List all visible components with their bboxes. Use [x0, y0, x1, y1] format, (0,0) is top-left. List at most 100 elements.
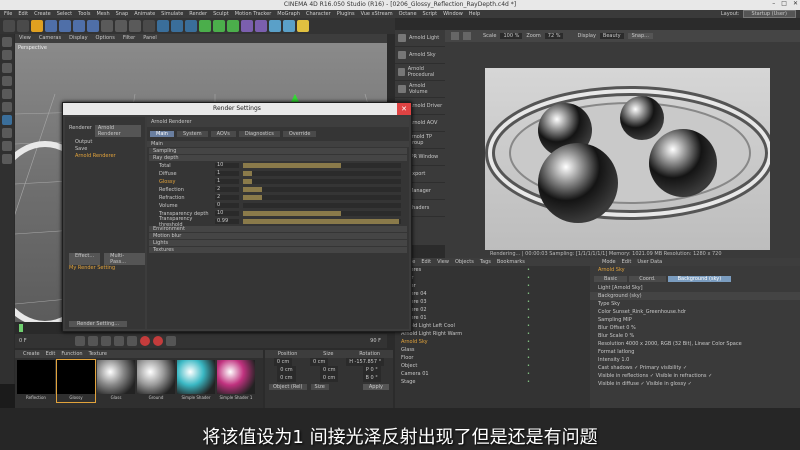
scene-icon[interactable] — [269, 20, 281, 32]
object-row[interactable]: Stage • — [395, 378, 590, 386]
workplane-icon[interactable] — [2, 128, 12, 138]
live-select-icon[interactable] — [87, 20, 99, 32]
param-slider[interactable] — [243, 163, 401, 168]
undo-icon[interactable] — [3, 20, 15, 32]
visibility-icon[interactable]: • — [527, 322, 530, 330]
param-slider[interactable] — [243, 219, 401, 224]
camera-icon[interactable] — [283, 20, 295, 32]
attribute-row[interactable]: Visible in reflections ✓ Visible in refr… — [590, 372, 800, 380]
render-picture-icon[interactable] — [171, 20, 183, 32]
my-render-setting[interactable]: My Render Setting — [69, 265, 115, 271]
redo-icon[interactable] — [17, 20, 29, 32]
param-slider[interactable] — [243, 171, 401, 176]
rotate-icon[interactable] — [73, 20, 85, 32]
polygons-mode-icon[interactable] — [2, 102, 12, 112]
coord-mode-dropdown[interactable]: Object (Rel) — [269, 384, 307, 390]
scale-field[interactable]: 100 % — [500, 33, 523, 39]
ipr-play-icon[interactable] — [451, 32, 459, 40]
material-menu-item[interactable]: Function — [61, 350, 82, 358]
object-row[interactable]: Floor• — [395, 274, 590, 282]
snap-button[interactable]: Snap... — [627, 33, 653, 39]
menu-item-render[interactable]: Render — [189, 10, 207, 18]
plugin-item[interactable]: Arnold Sky — [395, 47, 445, 64]
object-row[interactable]: Floor• — [395, 354, 590, 362]
object-row[interactable]: Arnold Sky • — [395, 338, 590, 346]
play-icon[interactable] — [101, 336, 111, 346]
keyframe-icon[interactable] — [166, 336, 176, 346]
scale-icon[interactable] — [59, 20, 71, 32]
object-menu-objects[interactable]: Objects — [455, 258, 474, 266]
section-header[interactable]: Sampling — [149, 148, 407, 154]
current-frame[interactable]: 0 F — [19, 338, 27, 344]
menu-item-snap[interactable]: Snap — [116, 10, 129, 18]
move-icon[interactable] — [45, 20, 57, 32]
coord-field[interactable]: 0 cm — [273, 358, 293, 366]
visibility-icon[interactable]: • — [527, 298, 530, 306]
attribute-row[interactable]: Blur Offset 0 % — [590, 324, 800, 332]
material-swatch[interactable]: Glossy — [56, 359, 96, 403]
plugin-item[interactable]: Arnold Procedural — [395, 64, 445, 81]
object-menu-bookmarks[interactable]: Bookmarks — [497, 258, 525, 266]
deformer-icon[interactable] — [255, 20, 267, 32]
edges-mode-icon[interactable] — [2, 89, 12, 99]
render-settings-item[interactable]: Arnold Renderer — [65, 153, 145, 160]
close-icon[interactable]: ✕ — [793, 0, 798, 10]
menu-item-character[interactable]: Character — [306, 10, 331, 18]
coord-field[interactable]: 0 cm — [277, 366, 296, 374]
coord-field[interactable]: 0 cm — [319, 374, 339, 382]
effect-button[interactable]: Effect... — [69, 253, 101, 265]
section-header[interactable]: Ray depth — [149, 155, 407, 161]
param-slider[interactable] — [243, 187, 401, 192]
menu-item-mograph[interactable]: MoGraph — [277, 10, 300, 18]
visibility-icon[interactable]: • — [527, 354, 530, 362]
dialog-close-icon[interactable]: ✕ — [397, 103, 411, 115]
material-swatch[interactable]: Simple Shader — [177, 360, 215, 402]
visibility-icon[interactable]: • — [527, 266, 530, 274]
attribute-row[interactable]: Cast shadows ✓ Primary visibility ✓ — [590, 364, 800, 372]
param-slider[interactable] — [243, 195, 401, 200]
z-axis-icon[interactable] — [129, 20, 141, 32]
visibility-icon[interactable]: • — [527, 306, 530, 314]
first-frame-icon[interactable] — [75, 336, 85, 346]
object-row[interactable]: Spheres• — [395, 266, 590, 274]
maximize-icon[interactable]: □ — [781, 0, 787, 10]
render-view-icon[interactable] — [157, 20, 169, 32]
param-slider[interactable] — [243, 203, 401, 208]
attribute-menu-item[interactable]: User Data — [637, 258, 662, 266]
object-row[interactable]: Camera 01 • — [395, 370, 590, 378]
attribute-row[interactable]: Sampling MIP — [590, 316, 800, 324]
record-icon[interactable] — [140, 336, 150, 346]
coord-field[interactable]: 0 cm — [310, 358, 329, 366]
texture-mode-icon[interactable] — [2, 50, 12, 60]
last-frame-icon[interactable] — [127, 336, 137, 346]
menu-item-motion-tracker[interactable]: Motion Tracker — [235, 10, 272, 18]
attribute-row[interactable]: Type Sky — [590, 300, 800, 308]
axis-mode-icon[interactable] — [2, 63, 12, 73]
attribute-row[interactable]: Visible in diffuse ✓ Visible in glossy ✓ — [590, 380, 800, 388]
menu-item-mesh[interactable]: Mesh — [96, 10, 109, 18]
param-value[interactable]: 1 — [215, 179, 239, 184]
material-swatch[interactable]: Glass — [97, 360, 135, 402]
object-row[interactable]: Arnold Light Left Cool • — [395, 322, 590, 330]
section-header[interactable]: Motion blur — [149, 233, 407, 239]
object-row[interactable]: Cover• — [395, 282, 590, 290]
object-row[interactable]: Arnold Light Right Warm • — [395, 330, 590, 338]
model-mode-icon[interactable] — [2, 37, 12, 47]
select-icon[interactable] — [31, 20, 43, 32]
world-icon[interactable] — [143, 20, 155, 32]
points-mode-icon[interactable] — [2, 76, 12, 86]
param-value[interactable]: 10 — [215, 211, 239, 216]
attribute-row[interactable]: Resolution 4000 x 2000, RGB (32 Bit), Li… — [590, 340, 800, 348]
render-settings-icon[interactable] — [185, 20, 197, 32]
section-header[interactable]: Textures — [149, 247, 407, 253]
menu-item-select[interactable]: Select — [57, 10, 72, 18]
material-swatch[interactable]: Simple Shader 1 — [217, 360, 255, 402]
render-tab[interactable]: System — [176, 131, 208, 137]
minimize-icon[interactable]: – — [772, 0, 775, 10]
solo-icon[interactable] — [2, 154, 12, 164]
render-settings-item[interactable]: Output — [65, 139, 145, 146]
menu-item-file[interactable]: File — [4, 10, 12, 18]
render-tab[interactable]: Override — [282, 131, 317, 137]
plugin-item[interactable]: Arnold Volume — [395, 81, 445, 98]
object-menu-view[interactable]: View — [437, 258, 449, 266]
